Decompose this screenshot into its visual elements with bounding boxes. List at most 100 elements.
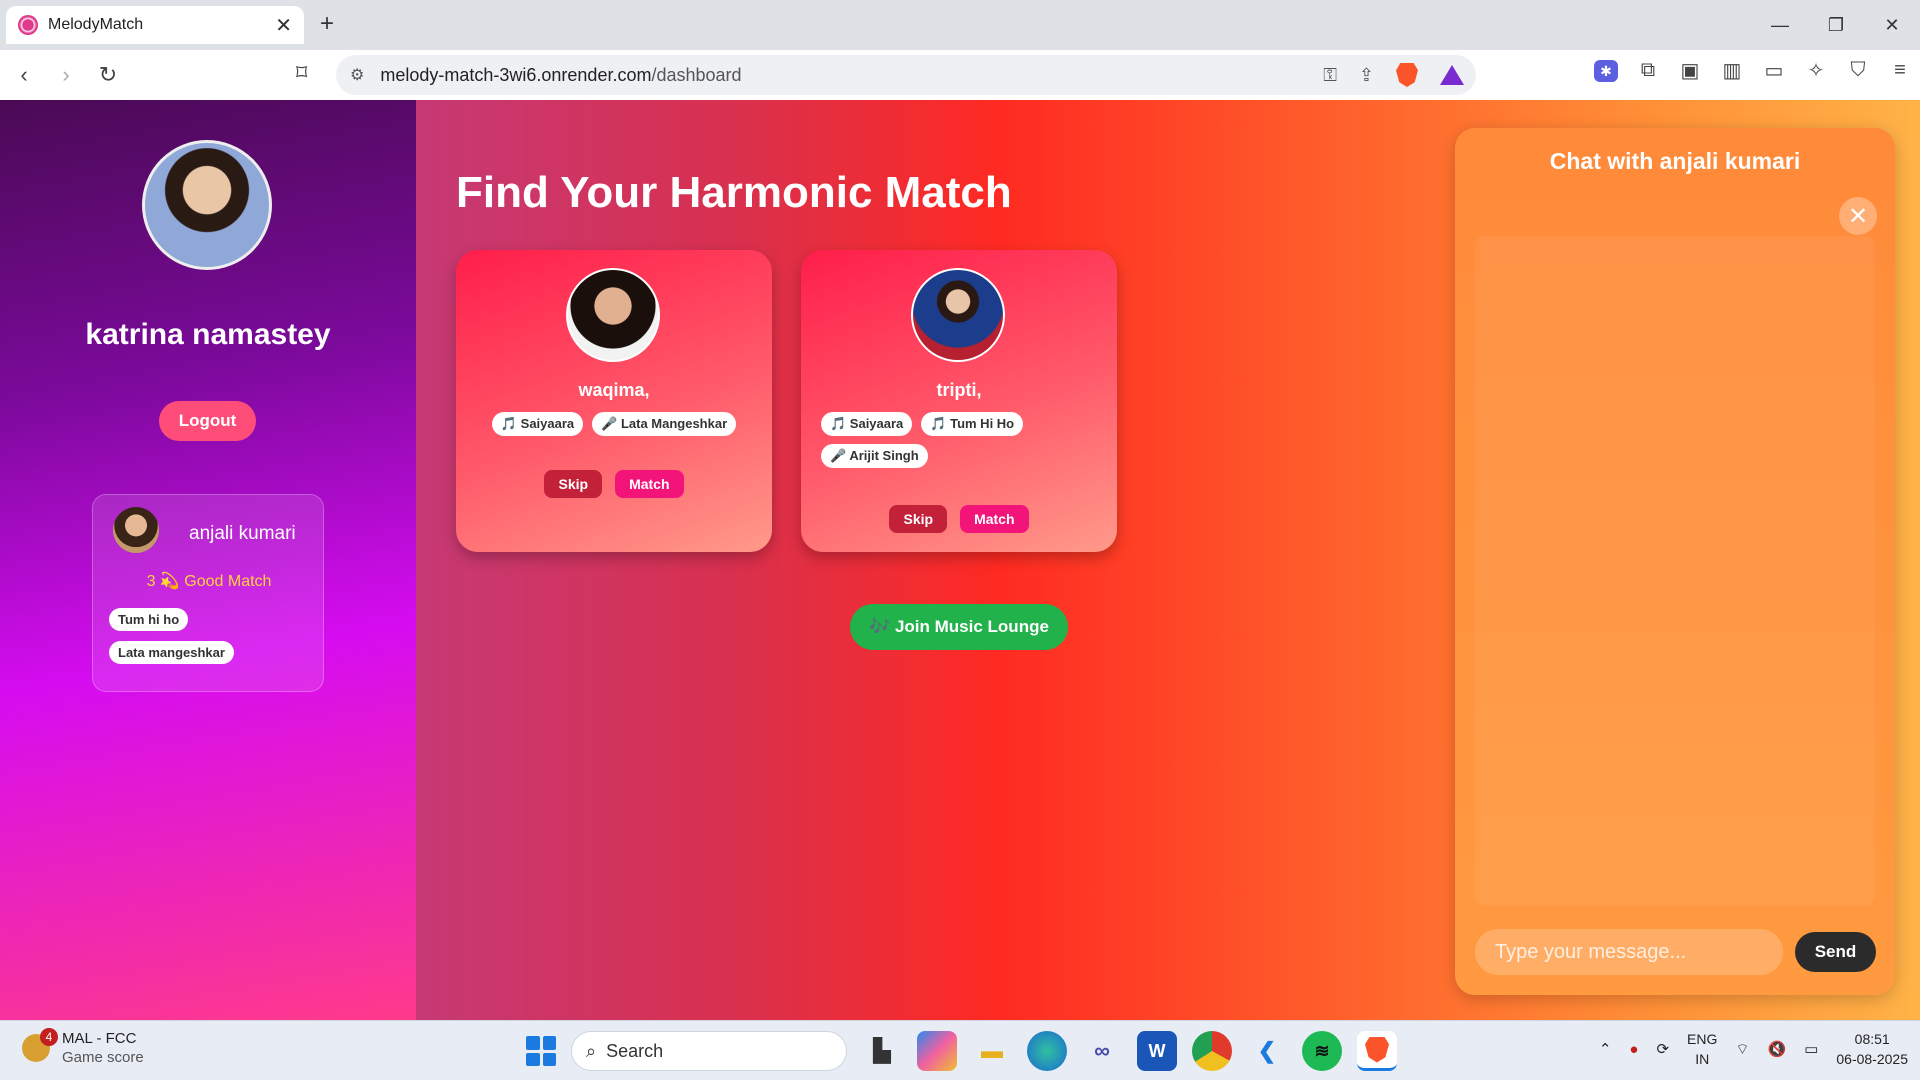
- clock-time: 08:51: [1854, 1031, 1890, 1047]
- address-bar[interactable]: ⚙ melody-match-3wi6.onrender.com/dashboa…: [336, 55, 1476, 95]
- task-view-icon[interactable]: ▙: [862, 1031, 902, 1071]
- profile-card: tripti, 🎵 Saiyaara 🎵 Tum Hi Ho 🎤 Arijit …: [801, 250, 1117, 552]
- windows-start-icon[interactable]: [526, 1036, 556, 1066]
- join-music-lounge-button[interactable]: 🎶 Join Music Lounge: [850, 604, 1068, 650]
- match-card[interactable]: anjali kumari 3 💫 Good Match Tum hi ho L…: [92, 494, 324, 692]
- search-label: Search: [606, 1040, 664, 1061]
- chat-title: Chat with anjali kumari: [1549, 148, 1801, 174]
- send-button[interactable]: Send: [1795, 932, 1876, 972]
- chevron-up-icon[interactable]: ⌃: [1599, 1040, 1612, 1058]
- bookmark-icon[interactable]: ⌑: [296, 60, 307, 86]
- tab-strip: MelodyMatch ✕ + — ❐ ✕: [0, 0, 1920, 50]
- message-input[interactable]: [1475, 929, 1783, 975]
- address-bar-actions: ⚿ ⇪: [1323, 55, 1464, 95]
- brave-icon[interactable]: [1357, 1031, 1397, 1071]
- match-tag: Tum hi ho: [109, 608, 189, 631]
- skip-button[interactable]: Skip: [544, 470, 603, 498]
- tab-melodymatch[interactable]: MelodyMatch ✕: [6, 6, 304, 44]
- match-score: 3 💫 Good Match: [146, 573, 272, 590]
- page-title: Find Your Harmonic Match: [456, 168, 1012, 217]
- restore-icon[interactable]: ❐: [1808, 0, 1864, 50]
- sports-icon: 4: [22, 1028, 58, 1062]
- battery-icon[interactable]: ▭: [1804, 1040, 1818, 1058]
- profile-name: tripti,: [936, 380, 982, 400]
- window-controls: — ❐ ✕: [1752, 0, 1920, 50]
- close-chat-icon[interactable]: ✕: [1839, 197, 1877, 235]
- notification-badge: 4: [40, 1028, 58, 1046]
- infinity-app-icon[interactable]: ∞: [1082, 1031, 1122, 1071]
- chat-panel: Chat with anjali kumari ✕ Send: [1455, 128, 1895, 995]
- screenshot-icon[interactable]: ▣: [1678, 58, 1702, 83]
- match-button[interactable]: Match: [960, 505, 1029, 533]
- vpn-icon[interactable]: ⛉: [1846, 59, 1870, 82]
- puzzle-icon[interactable]: ⧉: [1636, 59, 1660, 82]
- logout-button[interactable]: Logout: [159, 401, 256, 441]
- skip-button[interactable]: Skip: [889, 505, 948, 533]
- profile-name: waqima,: [578, 380, 650, 400]
- extension-icons: ✱ ⧉ ▣ ▥ ▭ ✧ ⛉ ≡: [1594, 58, 1912, 83]
- minimize-icon[interactable]: —: [1752, 0, 1808, 50]
- leo-ai-icon[interactable]: ✧: [1804, 58, 1828, 83]
- brave-rewards-icon[interactable]: [1440, 65, 1464, 85]
- close-icon[interactable]: ✕: [275, 13, 292, 38]
- match-button[interactable]: Match: [615, 470, 684, 498]
- reload-icon[interactable]: ↻: [90, 57, 126, 93]
- clock[interactable]: 08:51 06-08-2025: [1836, 1029, 1908, 1069]
- file-explorer-icon[interactable]: ▬: [972, 1031, 1012, 1071]
- user-name: katrina namastey: [85, 318, 331, 351]
- language-code: ENG: [1687, 1031, 1718, 1047]
- widget-subtitle: Game score: [62, 1049, 144, 1066]
- song-tag: 🎵 Saiyaara: [491, 412, 584, 436]
- song-tag: 🎵 Saiyaara: [821, 412, 913, 436]
- forward-icon[interactable]: ›: [48, 57, 84, 93]
- widget-news[interactable]: 4 MAL - FCC Game score: [22, 1028, 144, 1067]
- copilot-icon[interactable]: [917, 1031, 957, 1071]
- chrome-icon[interactable]: [1192, 1031, 1232, 1071]
- close-window-icon[interactable]: ✕: [1864, 0, 1920, 50]
- browser-chrome: MelodyMatch ✕ + — ❐ ✕ ‹ › ↻ ⌑ ⚙ melody-m…: [0, 0, 1920, 100]
- vscode-icon[interactable]: ❮: [1247, 1031, 1287, 1071]
- brave-shields-icon[interactable]: [1396, 63, 1418, 87]
- profile-avatar: [911, 268, 1005, 362]
- mcafee-icon[interactable]: ●: [1629, 1041, 1638, 1058]
- taskbar: 4 MAL - FCC Game score ⌕ Search ▙ ▬ ∞ W ❮…: [0, 1020, 1920, 1080]
- chat-messages[interactable]: [1475, 236, 1875, 906]
- sidebar-icon[interactable]: ▥: [1720, 58, 1744, 83]
- region-code: IN: [1695, 1051, 1710, 1067]
- share-icon[interactable]: ⇪: [1359, 65, 1374, 86]
- new-tab-icon[interactable]: +: [320, 10, 334, 38]
- spotify-icon[interactable]: ≋: [1302, 1031, 1342, 1071]
- system-tray: ⌃ ● ⟳ ENG IN ⌔ 🔇 ▭ 08:51 06-08-2025: [1599, 1029, 1908, 1069]
- edge-icon[interactable]: [1027, 1031, 1067, 1071]
- key-icon[interactable]: ⚿: [1323, 65, 1337, 86]
- taskbar-apps: ⌕ Search ▙ ▬ ∞ W ❮ ≋: [526, 1031, 1397, 1071]
- match-name: anjali kumari: [189, 523, 296, 544]
- wallet-icon[interactable]: ▭: [1762, 58, 1786, 83]
- match-avatar: [113, 507, 159, 553]
- page-viewport: katrina namastey Logout anjali kumari 3 …: [0, 100, 1920, 1020]
- word-icon[interactable]: W: [1137, 1031, 1177, 1071]
- profile-tags: 🎵 Saiyaara 🎤 Lata Mangeshkar: [474, 412, 754, 436]
- card-actions: Skip Match: [801, 505, 1117, 533]
- profile-card: waqima, 🎵 Saiyaara 🎤 Lata Mangeshkar Ski…: [456, 250, 772, 552]
- profile-tags: 🎵 Saiyaara 🎵 Tum Hi Ho 🎤 Arijit Singh: [821, 412, 1101, 468]
- search-icon: ⌕: [586, 1040, 597, 1061]
- taskbar-search[interactable]: ⌕ Search: [571, 1031, 847, 1071]
- artist-tag: 🎤 Lata Mangeshkar: [592, 412, 737, 436]
- extension-icon[interactable]: ✱: [1594, 59, 1618, 82]
- card-actions: Skip Match: [456, 470, 772, 498]
- back-icon[interactable]: ‹: [6, 57, 42, 93]
- site-info-icon[interactable]: ⚙: [350, 65, 364, 85]
- song-tag: 🎵 Tum Hi Ho: [921, 412, 1024, 436]
- menu-icon[interactable]: ≡: [1888, 59, 1912, 82]
- browser-toolbar: ‹ › ↻ ⌑ ⚙ melody-match-3wi6.onrender.com…: [0, 50, 1920, 100]
- artist-tag: 🎤 Arijit Singh: [821, 444, 928, 468]
- sync-icon[interactable]: ⟳: [1656, 1040, 1669, 1058]
- tab-title: MelodyMatch: [48, 16, 144, 33]
- profile-avatar: [566, 268, 660, 362]
- volume-muted-icon[interactable]: 🔇: [1768, 1040, 1787, 1058]
- wifi-icon[interactable]: ⌔: [1735, 1040, 1749, 1059]
- language-indicator[interactable]: ENG IN: [1687, 1029, 1717, 1069]
- clock-date: 06-08-2025: [1836, 1051, 1908, 1067]
- url-text: melody-match-3wi6.onrender.com/dashboard: [380, 64, 742, 85]
